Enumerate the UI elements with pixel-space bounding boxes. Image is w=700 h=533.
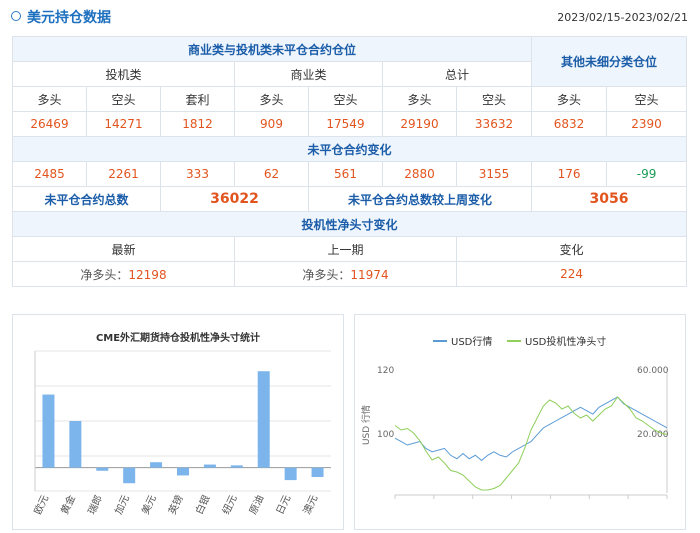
- tick-label: 澳元: [300, 493, 320, 517]
- oi-total-label: 未平仓合约总数: [12, 186, 161, 212]
- net-prev-value: 11974: [350, 267, 389, 282]
- table-cell: 17549: [308, 111, 383, 137]
- tick-label: 原油: [246, 493, 266, 517]
- table-cell: 2485: [12, 161, 87, 187]
- right-tick: 20.000: [637, 430, 669, 440]
- right-tick: 60.000: [637, 366, 669, 376]
- net-prev-cell: 净多头：11974: [234, 261, 457, 287]
- line-chart: USD行情 USD投机性净头寸 120 100 60.000 20.000 USD 行情: [360, 335, 669, 499]
- section-change: 未平仓合约变化: [11, 136, 688, 162]
- oi-total-value: 36022: [160, 186, 309, 212]
- table-cell: 33632: [455, 111, 533, 137]
- table-cell: 6832: [531, 111, 608, 137]
- group-total: 总计: [381, 61, 533, 87]
- y-axis-label: USD 行情: [360, 405, 372, 445]
- legend-label: USD行情: [451, 335, 492, 348]
- tick-label: 日元: [275, 494, 293, 517]
- table-cell: 62: [234, 161, 309, 187]
- tick-label: 美元: [139, 493, 159, 517]
- table-row: 2485 2261 333 62 561 2880 3155 176 -99: [12, 161, 688, 187]
- table-row: 26469 14271 1812 909 17549 29190 33632 6…: [12, 111, 688, 137]
- table-row: 投机性净头寸变化: [11, 211, 688, 237]
- section-net: 投机性净头寸变化: [11, 211, 688, 237]
- net-latest-value: 12198: [128, 267, 167, 282]
- page-title: 美元持仓数据: [27, 10, 111, 26]
- col-header: 多头: [382, 86, 457, 112]
- bar-白银: [203, 464, 216, 468]
- col-header: 多头: [234, 86, 309, 112]
- net-prev-header: 上一期: [234, 236, 457, 262]
- net-latest-cell: 净多头：12198: [12, 261, 235, 287]
- table-cell: 1812: [160, 111, 235, 137]
- table-cell: 909: [234, 111, 309, 137]
- date-range: 2023/02/15-2023/02/21: [557, 11, 688, 24]
- net-change-value: 224: [455, 261, 688, 287]
- bar-欧元: [42, 394, 55, 468]
- group-spec: 投机类: [12, 61, 235, 87]
- positions-table: 商业类与投机类未平仓合约仓位 其他未细分类仓位 投机类 商业类 总计 多头 空头…: [11, 36, 688, 287]
- table-cell: 333: [160, 161, 235, 187]
- col-header: 空头: [606, 86, 688, 112]
- series-usd-net-position: [394, 396, 668, 491]
- table-row: 多头 空头 套利 多头 空头 多头 空头 多头 空头: [12, 86, 688, 112]
- group-comm: 商业类: [234, 61, 383, 87]
- bar-chart: CME外汇期货持仓投机性净头寸统计欧元 黄金 瑞郎 加元 美元 英镑 白银 纽元 原油 日元 澳元: [32, 331, 331, 517]
- table-cell: 2390: [606, 111, 688, 137]
- table-cell: 14271: [86, 111, 161, 137]
- tick-label: 瑞郎: [85, 493, 105, 517]
- line-chart-panel: USD行情 USD投机性净头寸 120 100 60.000 20.000 USD 行情: [354, 314, 686, 530]
- oi-change-value: 3056: [531, 186, 688, 212]
- chart-title: CME外汇期货持仓投机性净头寸统计: [96, 331, 260, 344]
- series-usd-price: [394, 396, 668, 462]
- bar-日元: [284, 467, 297, 481]
- bar-纽元: [230, 465, 243, 468]
- tick-label: 欧元: [32, 493, 51, 516]
- tick-label: 黄金: [58, 493, 78, 517]
- table-cell: 561: [308, 161, 383, 187]
- bar-黄金: [69, 421, 82, 468]
- table-cell: 2261: [86, 161, 161, 187]
- col-header: 空头: [455, 86, 533, 112]
- col-header: 多头: [531, 86, 608, 112]
- table-row: 商业类与投机类未平仓合约仓位 其他未细分类仓位: [11, 36, 688, 87]
- net-prefix: 净多头：: [80, 267, 129, 282]
- section-main: 商业类与投机类未平仓合约仓位: [11, 36, 533, 62]
- table-row: 未平仓合约变化: [11, 136, 688, 162]
- table-row: 最新 上一期 变化: [12, 236, 688, 262]
- table-cell: -99: [606, 161, 688, 187]
- tick-label: 英镑: [165, 493, 185, 517]
- bar-加元: [123, 467, 136, 484]
- left-tick: 120: [377, 366, 394, 376]
- col-header: 空头: [308, 86, 383, 112]
- table-cell: 3155: [455, 161, 533, 187]
- oi-change-label: 未平仓合约总数较上周变化: [307, 186, 533, 212]
- left-tick: 100: [377, 430, 394, 440]
- bar-美元: [150, 462, 163, 468]
- circle-icon: [11, 11, 21, 21]
- table-row: 未平仓合约总数 36022 未平仓合约总数较上周变化 3056: [12, 186, 688, 212]
- table-cell: 26469: [12, 111, 87, 137]
- table-cell: 2880: [382, 161, 457, 187]
- tick-label: 加元: [113, 493, 132, 516]
- net-prefix: 净多头：: [302, 267, 351, 282]
- table-cell: 176: [531, 161, 608, 187]
- col-header: 多头: [12, 86, 87, 112]
- page-header: 美元持仓数据 2023/02/15-2023/02/21: [0, 0, 700, 36]
- bar-瑞郎: [96, 467, 109, 471]
- bar-英镑: [177, 467, 189, 476]
- legend-label: USD投机性净头寸: [525, 335, 606, 348]
- bar-澳元: [311, 467, 324, 477]
- table-row: 净多头：12198 净多头：11974 224: [12, 261, 688, 287]
- col-header: 空头: [86, 86, 161, 112]
- tick-label: 纽元: [219, 493, 239, 517]
- bar-原油: [257, 371, 270, 468]
- section-other: 其他未细分类仓位: [531, 36, 688, 87]
- tick-label: 白银: [192, 493, 212, 517]
- net-change-header: 变化: [455, 236, 688, 262]
- col-header: 套利: [160, 86, 235, 112]
- table-cell: 29190: [382, 111, 457, 137]
- net-latest-header: 最新: [12, 236, 235, 262]
- bar-chart-panel: CME外汇期货持仓投机性净头寸统计欧元 黄金 瑞郎 加元 美元 英镑 白银 纽元 原油 日元 澳元: [12, 314, 344, 530]
